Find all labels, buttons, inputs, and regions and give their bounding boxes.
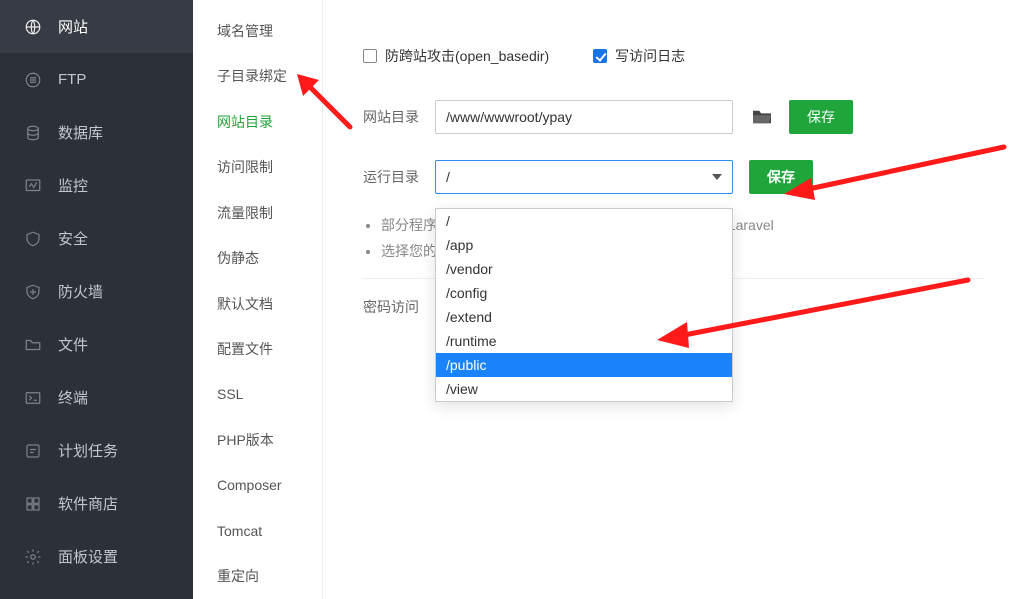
- main-sidebar: 网站 FTP 数据库 监控 安全: [0, 0, 193, 599]
- tab-tomcat[interactable]: Tomcat: [193, 508, 322, 553]
- label-site-dir: 网站目录: [363, 107, 435, 127]
- sidebar-item-security[interactable]: 安全: [0, 212, 193, 265]
- sidebar-item-label: 终端: [58, 387, 88, 408]
- tab-domain[interactable]: 域名管理: [193, 8, 322, 53]
- sidebar-item-label: FTP: [58, 71, 86, 88]
- site-settings-tabs: 域名管理 子目录绑定 网站目录 访问限制 流量限制 伪静态 默认文档 配置文件 …: [193, 0, 323, 599]
- checkbox-open-basedir[interactable]: 防跨站攻击(open_basedir): [363, 46, 549, 66]
- checkbox-row: 防跨站攻击(open_basedir) 写访问日志: [363, 46, 984, 66]
- tab-config-file[interactable]: 配置文件: [193, 326, 322, 371]
- database-icon: [24, 124, 42, 142]
- sidebar-item-label: 计划任务: [58, 440, 118, 461]
- browse-folder-icon[interactable]: [751, 108, 773, 126]
- sidebar-item-label: 网站: [58, 16, 88, 37]
- select-value: /: [446, 169, 450, 185]
- tab-redirect[interactable]: 重定向: [193, 554, 322, 599]
- tab-subdir-bind[interactable]: 子目录绑定: [193, 53, 322, 98]
- tab-default-doc[interactable]: 默认文档: [193, 281, 322, 326]
- select-run-dir[interactable]: /: [435, 160, 733, 194]
- option-vendor[interactable]: /vendor: [436, 257, 732, 281]
- sidebar-item-label: 防火墙: [58, 281, 103, 302]
- checkbox-icon: [363, 49, 377, 63]
- tab-ssl[interactable]: SSL: [193, 372, 322, 417]
- settings-icon: [24, 548, 42, 566]
- sidebar-item-tasks[interactable]: 计划任务: [0, 424, 193, 477]
- checkbox-access-log[interactable]: 写访问日志: [593, 46, 685, 66]
- option-app[interactable]: /app: [436, 233, 732, 257]
- option-runtime[interactable]: /runtime: [436, 329, 732, 353]
- checkbox-label: 防跨站攻击(open_basedir): [385, 46, 549, 66]
- wall-icon: [24, 283, 42, 301]
- sidebar-item-store[interactable]: 软件商店: [0, 477, 193, 530]
- row-site-dir: 网站目录 保存: [363, 100, 984, 134]
- chevron-down-icon: [712, 174, 722, 180]
- tab-composer[interactable]: Composer: [193, 463, 322, 508]
- task-icon: [24, 442, 42, 460]
- run-dir-dropdown: / /app /vendor /config /extend /runtime …: [435, 208, 733, 402]
- sidebar-item-database[interactable]: 数据库: [0, 106, 193, 159]
- row-run-dir: 运行目录 / 保存: [363, 160, 984, 194]
- option-extend[interactable]: /extend: [436, 305, 732, 329]
- option-root[interactable]: /: [436, 209, 732, 233]
- checkbox-icon: [593, 49, 607, 63]
- option-public[interactable]: /public: [436, 353, 732, 377]
- sidebar-item-panel-settings[interactable]: 面板设置: [0, 530, 193, 583]
- tab-php-version[interactable]: PHP版本: [193, 417, 322, 462]
- sidebar-item-website[interactable]: 网站: [0, 0, 193, 53]
- shield-icon: [24, 230, 42, 248]
- option-config[interactable]: /config: [436, 281, 732, 305]
- save-run-dir-button[interactable]: 保存: [749, 160, 813, 194]
- sidebar-item-label: 安全: [58, 228, 88, 249]
- monitor-icon: [24, 177, 42, 195]
- sidebar-item-firewall[interactable]: 防火墙: [0, 265, 193, 318]
- folder-icon: [24, 336, 42, 354]
- sidebar-item-label: 软件商店: [58, 493, 118, 514]
- sidebar-item-label: 监控: [58, 175, 88, 196]
- terminal-icon: [24, 389, 42, 407]
- label-run-dir: 运行目录: [363, 167, 435, 187]
- sidebar-item-ftp[interactable]: FTP: [0, 53, 193, 106]
- tab-rewrite[interactable]: 伪静态: [193, 235, 322, 280]
- sidebar-item-files[interactable]: 文件: [0, 318, 193, 371]
- store-icon: [24, 495, 42, 513]
- sidebar-item-monitor[interactable]: 监控: [0, 159, 193, 212]
- input-site-dir[interactable]: [435, 100, 733, 134]
- ftp-icon: [24, 71, 42, 89]
- tab-access-limit[interactable]: 访问限制: [193, 144, 322, 189]
- sidebar-item-label: 文件: [58, 334, 88, 355]
- checkbox-label: 写访问日志: [615, 46, 685, 66]
- sidebar-item-label: 面板设置: [58, 546, 118, 567]
- option-view[interactable]: /view: [436, 377, 732, 401]
- save-site-dir-button[interactable]: 保存: [789, 100, 853, 134]
- sidebar-item-terminal[interactable]: 终端: [0, 371, 193, 424]
- tab-traffic-limit[interactable]: 流量限制: [193, 190, 322, 235]
- main-content: 防跨站攻击(open_basedir) 写访问日志 网站目录 保存 运行目录 /…: [323, 0, 1024, 599]
- globe-icon: [24, 18, 42, 36]
- sidebar-item-label: 数据库: [58, 122, 103, 143]
- tab-site-dir[interactable]: 网站目录: [193, 99, 322, 144]
